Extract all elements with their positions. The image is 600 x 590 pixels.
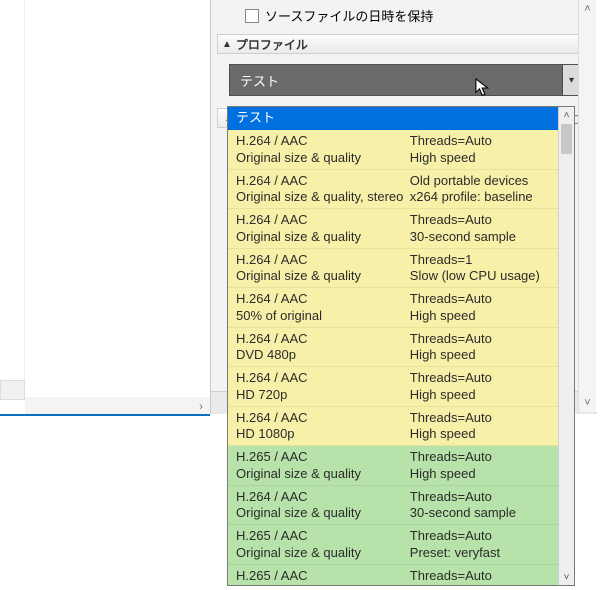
left-pane: › [0,0,210,590]
disclosure-triangle-icon: ▲ [222,39,232,50]
option-codec-label: H.264 / AAC Original size & quality, ste… [236,173,410,206]
profile-option[interactable]: H.264 / AAC Original size & quality, ste… [228,170,558,210]
scroll-down-icon[interactable]: ˅ [579,394,596,412]
profile-option[interactable]: H.264 / AAC DVD 480pThreads=Auto High sp… [228,328,558,368]
option-details-label: Threads=Auto High speed [410,410,552,443]
option-codec-label: H.264 / AAC Original size & quality [236,489,410,522]
option-details-label: Threads=Auto High speed [410,331,552,364]
profile-option[interactable]: テスト [228,107,558,130]
option-codec-label: H.264 / AAC HD 1080p [236,410,410,443]
option-codec-label: H.265 / AAC Original size & quality [236,449,410,482]
left-h-scrollbar[interactable]: › [25,397,210,415]
option-details-label: Threads=Auto Preset: veryfast [410,528,552,561]
grid-header-cell [0,380,25,400]
option-codec-label: H.264 / AAC 50% of original [236,291,410,324]
option-details-label: Threads=Auto High speed [410,449,552,482]
grid-divider [0,0,25,380]
profile-section-header[interactable]: ▲ プロファイル [217,34,589,54]
profile-option[interactable]: H.265 / AAC DVD 480pThreads=Auto High sp… [228,565,558,585]
option-details-label: Threads=Auto High speed [410,568,552,585]
option-details-label: Threads=Auto High speed [410,133,552,166]
option-codec-label: テスト [236,110,410,126]
option-codec-label: H.265 / AAC Original size & quality [236,528,410,561]
option-codec-label: H.264 / AAC HD 720p [236,370,410,403]
option-codec-label: H.265 / AAC DVD 480p [236,568,410,585]
profile-option[interactable]: H.264 / AAC 50% of originalThreads=Auto … [228,288,558,328]
scroll-up-icon[interactable]: ˄ [559,107,574,123]
profile-section-title: プロファイル [236,36,308,53]
checkbox-icon[interactable] [245,9,259,23]
scroll-down-icon[interactable]: ˅ [559,569,574,585]
profile-option[interactable]: H.264 / AAC Original size & qualityThrea… [228,209,558,249]
profile-dropdown: テストH.264 / AAC Original size & qualityTh… [227,106,575,586]
option-details-label: Threads=Auto 30-second sample [410,489,552,522]
scroll-up-icon[interactable]: ˄ [579,0,596,18]
option-codec-label: H.264 / AAC DVD 480p [236,331,410,364]
profile-option[interactable]: H.264 / AAC Original size & qualityThrea… [228,486,558,526]
profile-combo[interactable]: テスト ▾ [229,64,581,96]
accent-divider [0,414,210,416]
preserve-timestamps-row[interactable]: ソースファイルの日時を保持 [245,6,433,25]
profile-option[interactable]: H.264 / AAC Original size & qualityThrea… [228,130,558,170]
dropdown-v-scrollbar[interactable]: ˄ ˅ [558,107,574,585]
profile-option[interactable]: H.265 / AAC Original size & qualityThrea… [228,446,558,486]
profile-option[interactable]: H.264 / AAC HD 1080pThreads=Auto High sp… [228,407,558,447]
scroll-right-icon[interactable]: › [192,397,210,415]
profile-dropdown-list[interactable]: テストH.264 / AAC Original size & qualityTh… [228,107,558,585]
option-codec-label: H.264 / AAC Original size & quality [236,212,410,245]
profile-option[interactable]: H.264 / AAC Original size & qualityThrea… [228,249,558,289]
scrollbar-thumb[interactable] [561,124,572,154]
profile-option[interactable]: H.264 / AAC HD 720pThreads=Auto High spe… [228,367,558,407]
profile-option[interactable]: H.265 / AAC Original size & qualityThrea… [228,525,558,565]
option-details-label: Old portable devices x264 profile: basel… [410,173,552,206]
option-codec-label: H.264 / AAC Original size & quality [236,133,410,166]
option-details-label: Threads=Auto High speed [410,291,552,324]
profile-combo-value: テスト [240,71,279,90]
panel-v-scrollbar[interactable]: ˄ ˅ [578,0,596,412]
option-details-label: Threads=Auto 30-second sample [410,212,552,245]
option-codec-label: H.264 / AAC Original size & quality [236,252,410,285]
preserve-timestamps-label: ソースファイルの日時を保持 [265,6,433,25]
option-details-label: Threads=Auto High speed [410,370,552,403]
option-details-label: Threads=1 Slow (low CPU usage) [410,252,552,285]
